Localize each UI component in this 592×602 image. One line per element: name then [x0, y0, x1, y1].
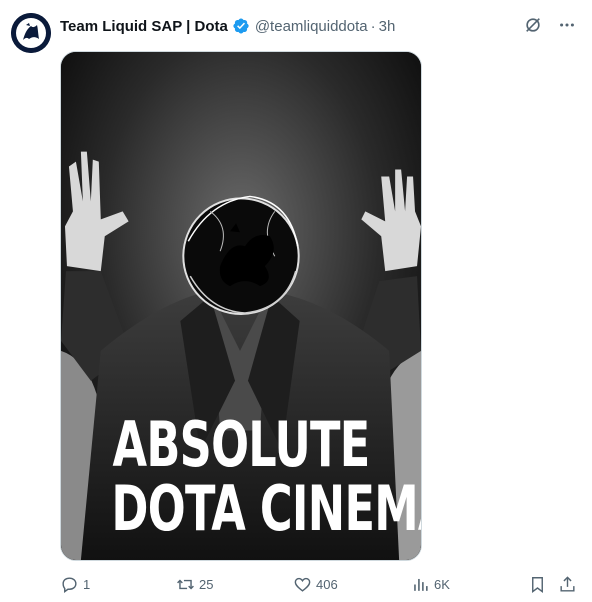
avatar[interactable]	[11, 13, 51, 53]
reply-count: 1	[83, 576, 91, 592]
tweet-header: Team Liquid SAP | Dota @teamliquiddota ·…	[60, 15, 395, 37]
reply-icon	[62, 576, 77, 593]
like-button[interactable]: 406	[293, 575, 338, 594]
views-count: 6K	[434, 576, 450, 592]
tweet-top-actions	[522, 14, 578, 36]
grok-icon[interactable]	[522, 14, 544, 36]
tweet-media[interactable]: ABSOLUTE DOTA CINEMA	[60, 51, 422, 561]
share-icon	[560, 575, 575, 592]
views-button[interactable]: 6K	[411, 575, 450, 594]
team-liquid-logo	[11, 13, 51, 53]
meme-caption-line-1: ABSOLUTE	[112, 408, 371, 481]
author-name[interactable]: Team Liquid SAP | Dota	[60, 18, 228, 35]
repost-count: 25	[199, 576, 214, 592]
reply-button[interactable]: 1	[60, 575, 90, 594]
like-icon	[294, 577, 311, 592]
author-handle[interactable]: @teamliquiddota	[255, 18, 368, 35]
timestamp[interactable]: 3h	[379, 18, 396, 35]
bookmark-icon	[532, 576, 543, 593]
meme-caption-line-2: DOTA CINEMA	[111, 472, 422, 545]
repost-button[interactable]: 25	[176, 575, 213, 594]
bookmark-button[interactable]	[528, 575, 547, 594]
more-icon[interactable]	[556, 14, 578, 36]
separator-dot: ·	[370, 17, 376, 35]
tweet[interactable]: Team Liquid SAP | Dota @teamliquiddota ·…	[0, 0, 592, 602]
like-count: 406	[316, 576, 338, 592]
share-button[interactable]	[558, 575, 577, 594]
repost-icon	[177, 579, 194, 589]
tweet-actions: 1 25 406 6K	[60, 573, 576, 595]
verified-badge-icon	[232, 17, 250, 35]
views-icon	[414, 578, 428, 591]
